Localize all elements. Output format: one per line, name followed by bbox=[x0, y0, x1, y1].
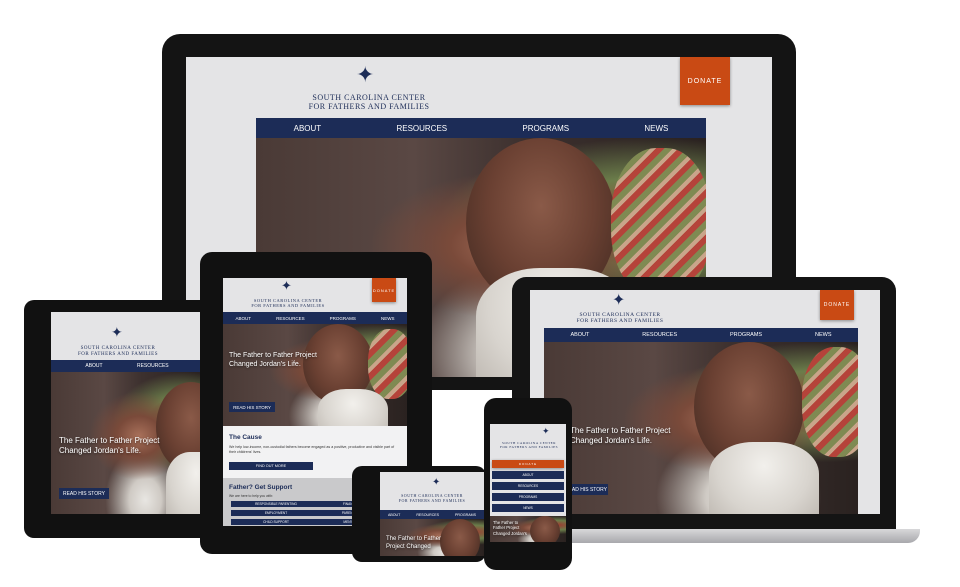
support-item-child-support[interactable]: Child Support bbox=[231, 519, 321, 525]
nav-news[interactable]: News bbox=[815, 332, 832, 338]
main-nav: About Resources Programs News bbox=[256, 118, 706, 138]
phone-landscape-screen: ✦ South Carolina Center for Fathers and … bbox=[380, 472, 484, 556]
logo-star-icon: ✦ bbox=[356, 63, 375, 88]
find-out-more-button[interactable]: Find Out More bbox=[229, 462, 313, 470]
mobile-nav-programs[interactable]: Programs bbox=[492, 493, 564, 501]
logo-text[interactable]: South Carolina Center for Fathers and Fa… bbox=[269, 93, 469, 111]
logo-line-2: for Fathers and Families bbox=[308, 102, 430, 112]
logo-text[interactable]: South Carolina Center for Fathers and Fa… bbox=[53, 346, 183, 358]
hero-title: The Father to Father Project Changed Jor… bbox=[493, 520, 527, 536]
donate-button[interactable]: Donate bbox=[372, 278, 396, 302]
nav-about[interactable]: About bbox=[294, 124, 322, 133]
logo-star-icon: ✦ bbox=[612, 290, 626, 309]
cause-heading: The Cause bbox=[229, 434, 262, 441]
macbook-screen: ✦ South Carolina Center for Fathers and … bbox=[530, 290, 880, 514]
logo-text[interactable]: South Carolina Center for Fathers and Fa… bbox=[540, 312, 700, 325]
nav-programs[interactable]: Programs bbox=[330, 316, 356, 321]
mobile-nav-resources[interactable]: Resources bbox=[492, 482, 564, 490]
phone-portrait-screen: ✦ South Carolina Center for Fathers and … bbox=[490, 424, 566, 542]
main-nav: About Resources Programs News bbox=[544, 328, 858, 342]
logo-line-2: for Fathers and Families bbox=[398, 497, 466, 503]
nav-about[interactable]: About bbox=[236, 316, 252, 321]
read-story-button[interactable]: Read His Story bbox=[59, 488, 109, 499]
nav-about[interactable]: About bbox=[85, 363, 102, 369]
logo-text[interactable]: South Carolina Center for Fathers and Fa… bbox=[494, 441, 564, 450]
mobile-nav-news[interactable]: News bbox=[492, 504, 564, 512]
support-item-employment[interactable]: Employment bbox=[231, 510, 321, 516]
support-subtext: We are here to help you with: bbox=[229, 494, 274, 498]
hero-title: The Father to Father Project Changed Jor… bbox=[570, 426, 671, 445]
nav-programs[interactable]: Programs bbox=[730, 332, 762, 338]
mobile-nav-about[interactable]: About bbox=[492, 471, 564, 479]
hero-title: The Father to Father Project Changed Jor… bbox=[229, 352, 317, 368]
main-nav: About Resources Programs bbox=[380, 510, 484, 519]
support-heading: Father? Get Support bbox=[229, 484, 293, 491]
nav-resources[interactable]: Resources bbox=[416, 513, 439, 517]
donate-button[interactable]: Donate bbox=[820, 290, 854, 320]
logo-line-2: for Fathers and Families bbox=[499, 444, 559, 449]
nav-about[interactable]: About bbox=[570, 332, 589, 338]
logo-star-icon: ✦ bbox=[542, 427, 550, 437]
nav-about[interactable]: About bbox=[388, 513, 400, 517]
nav-resources[interactable]: Resources bbox=[642, 332, 677, 338]
nav-news[interactable]: News bbox=[644, 124, 668, 133]
donate-button[interactable]: Donate bbox=[492, 460, 564, 468]
cause-text: We help low-income, non-custodial father… bbox=[229, 445, 395, 454]
logo-line-2: for Fathers and Families bbox=[77, 351, 159, 357]
nav-programs[interactable]: Programs bbox=[455, 513, 476, 517]
nav-programs[interactable]: Programs bbox=[522, 124, 569, 133]
tablet-landscape-screen: ✦ South Carolina Center for Fathers and … bbox=[51, 312, 203, 514]
hero-title: The Father to Father Project Changed Jor… bbox=[59, 436, 160, 455]
logo-star-icon: ✦ bbox=[281, 279, 292, 294]
logo-star-icon: ✦ bbox=[111, 325, 123, 341]
donate-button[interactable]: Donate bbox=[680, 57, 730, 105]
logo-text[interactable]: South Carolina Center for Fathers and Fa… bbox=[380, 493, 484, 503]
hero-title: The Father to Father Project Changed bbox=[386, 536, 442, 550]
logo-line-2: for Fathers and Families bbox=[251, 303, 325, 309]
logo-text[interactable]: South Carolina Center for Fathers and Fa… bbox=[223, 298, 353, 308]
logo-line-2: for Fathers and Families bbox=[576, 318, 664, 325]
logo-star-icon: ✦ bbox=[432, 477, 441, 488]
logo-line-1: South Carolina Center bbox=[312, 93, 426, 102]
nav-resources[interactable]: Resources bbox=[137, 363, 169, 369]
support-item-responsible-parenting[interactable]: Responsible Parenting bbox=[231, 501, 321, 507]
main-nav: About Resources bbox=[51, 360, 203, 372]
nav-news[interactable]: News bbox=[381, 316, 395, 321]
main-nav: About Resources Programs News bbox=[223, 312, 407, 324]
nav-resources[interactable]: Resources bbox=[276, 316, 305, 321]
read-story-button[interactable]: Read His Story bbox=[229, 402, 275, 412]
nav-resources[interactable]: Resources bbox=[396, 124, 447, 133]
